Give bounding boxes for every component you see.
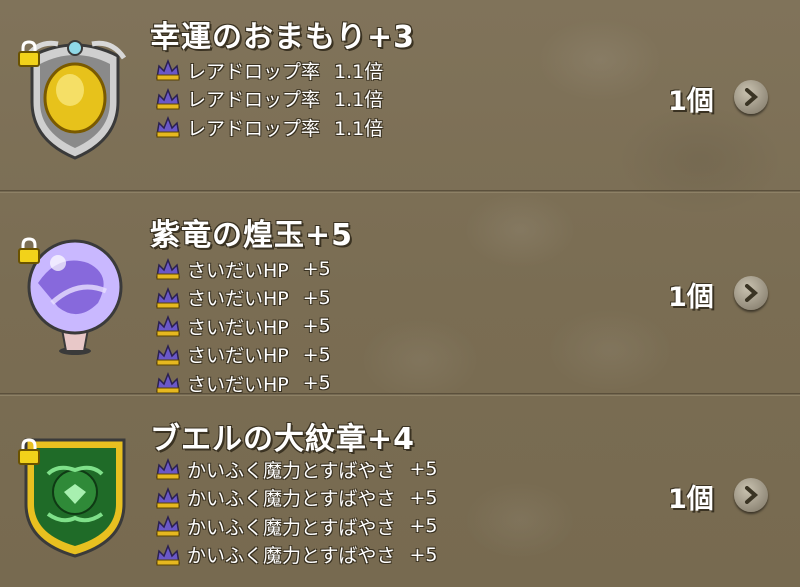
effect-name: さいだいHP [187, 345, 289, 368]
item-name: 幸運のおまもり+3 [150, 20, 416, 55]
detail-button[interactable] [734, 276, 768, 310]
effect-list: かいふく魔力とすばやさ +5 かいふく魔力とすばやさ +5 かいふく魔力とすばや… [155, 455, 437, 569]
effect-value: 1.1倍 [334, 60, 384, 83]
crown-icon [156, 59, 180, 81]
effect-line: かいふく魔力とすばやさ +5 [155, 512, 437, 541]
effect-line: かいふく魔力とすばやさ +5 [155, 541, 437, 570]
accessory-list: 幸運のおまもり+3 レアドロップ率 1.1倍 レアドロップ率 1.1倍 レアドロ… [0, 0, 800, 587]
list-item[interactable]: 幸運のおまもり+3 レアドロップ率 1.1倍 レアドロップ率 1.1倍 レアドロ… [0, 0, 800, 190]
item-quantity: 1個 [668, 86, 714, 117]
effect-value: +5 [409, 543, 438, 566]
crown-icon [156, 286, 180, 309]
effect-name: かいふく魔力とすばやさ [187, 545, 396, 568]
effect-name: かいふく魔力とすばやさ [187, 488, 396, 511]
crown-icon [156, 87, 180, 110]
effect-value: +5 [302, 315, 331, 338]
effect-value: +5 [302, 258, 331, 281]
crown-icon [156, 258, 180, 280]
crown-icon [156, 315, 180, 337]
effect-name: レアドロップ率 [187, 117, 321, 140]
chevron-right-icon [745, 486, 759, 504]
effect-line: さいだいHP +5 [155, 255, 331, 284]
effect-line: さいだいHP +5 [155, 284, 331, 313]
crown-icon [156, 486, 180, 509]
effect-value: 1.1倍 [334, 89, 384, 112]
effect-list: レアドロップ率 1.1倍 レアドロップ率 1.1倍 レアドロップ率 1.1倍 [155, 56, 383, 142]
effect-name: さいだいHP [187, 259, 289, 282]
crown-icon [156, 543, 180, 566]
effect-value: +5 [302, 372, 331, 395]
list-item[interactable]: ブエルの大紋章+4 かいふく魔力とすばやさ +5 かいふく魔力とすばやさ +5 … [0, 396, 800, 587]
crown-icon [156, 372, 180, 394]
effect-line: かいふく魔力とすばやさ +5 [155, 455, 437, 484]
crown-icon [156, 116, 180, 138]
lock-icon [18, 237, 40, 264]
effect-line: レアドロップ率 1.1倍 [155, 85, 383, 114]
crown-icon [156, 458, 180, 480]
effect-list: さいだいHP +5 さいだいHP +5 さいだいHP +5 さいだいHP +5 … [155, 255, 331, 398]
list-item[interactable]: 紫竜の煌玉+5 さいだいHP +5 さいだいHP +5 さいだいHP +5 さい… [0, 193, 800, 396]
effect-line: さいだいHP +5 [155, 341, 331, 370]
effect-name: かいふく魔力とすばやさ [187, 459, 396, 482]
effect-line: レアドロップ率 1.1倍 [155, 56, 383, 85]
lock-icon [18, 438, 40, 465]
effect-line: さいだいHP +5 [155, 312, 331, 341]
effect-value: +5 [409, 458, 438, 481]
effect-value: 1.1倍 [334, 117, 384, 140]
effect-line: かいふく魔力とすばやさ +5 [155, 484, 437, 513]
effect-value: +5 [302, 286, 331, 309]
effect-value: +5 [409, 515, 438, 538]
chevron-right-icon [745, 88, 759, 106]
effect-name: レアドロップ率 [187, 60, 321, 83]
lock-icon [18, 40, 40, 67]
item-quantity: 1個 [668, 282, 714, 313]
effect-name: さいだいHP [187, 288, 289, 311]
effect-name: レアドロップ率 [187, 89, 321, 112]
effect-name: かいふく魔力とすばやさ [187, 516, 396, 539]
effect-value: +5 [409, 486, 438, 509]
item-quantity: 1個 [668, 484, 714, 515]
effect-value: +5 [302, 343, 331, 366]
detail-button[interactable] [734, 80, 768, 114]
effect-line: レアドロップ率 1.1倍 [155, 113, 383, 142]
crown-icon [156, 343, 180, 366]
crown-icon [156, 515, 180, 537]
effect-name: さいだいHP [187, 316, 289, 339]
item-name: 紫竜の煌玉+5 [150, 218, 354, 253]
chevron-right-icon [745, 284, 759, 302]
item-name: ブエルの大紋章+4 [150, 422, 416, 457]
detail-button[interactable] [734, 478, 768, 512]
